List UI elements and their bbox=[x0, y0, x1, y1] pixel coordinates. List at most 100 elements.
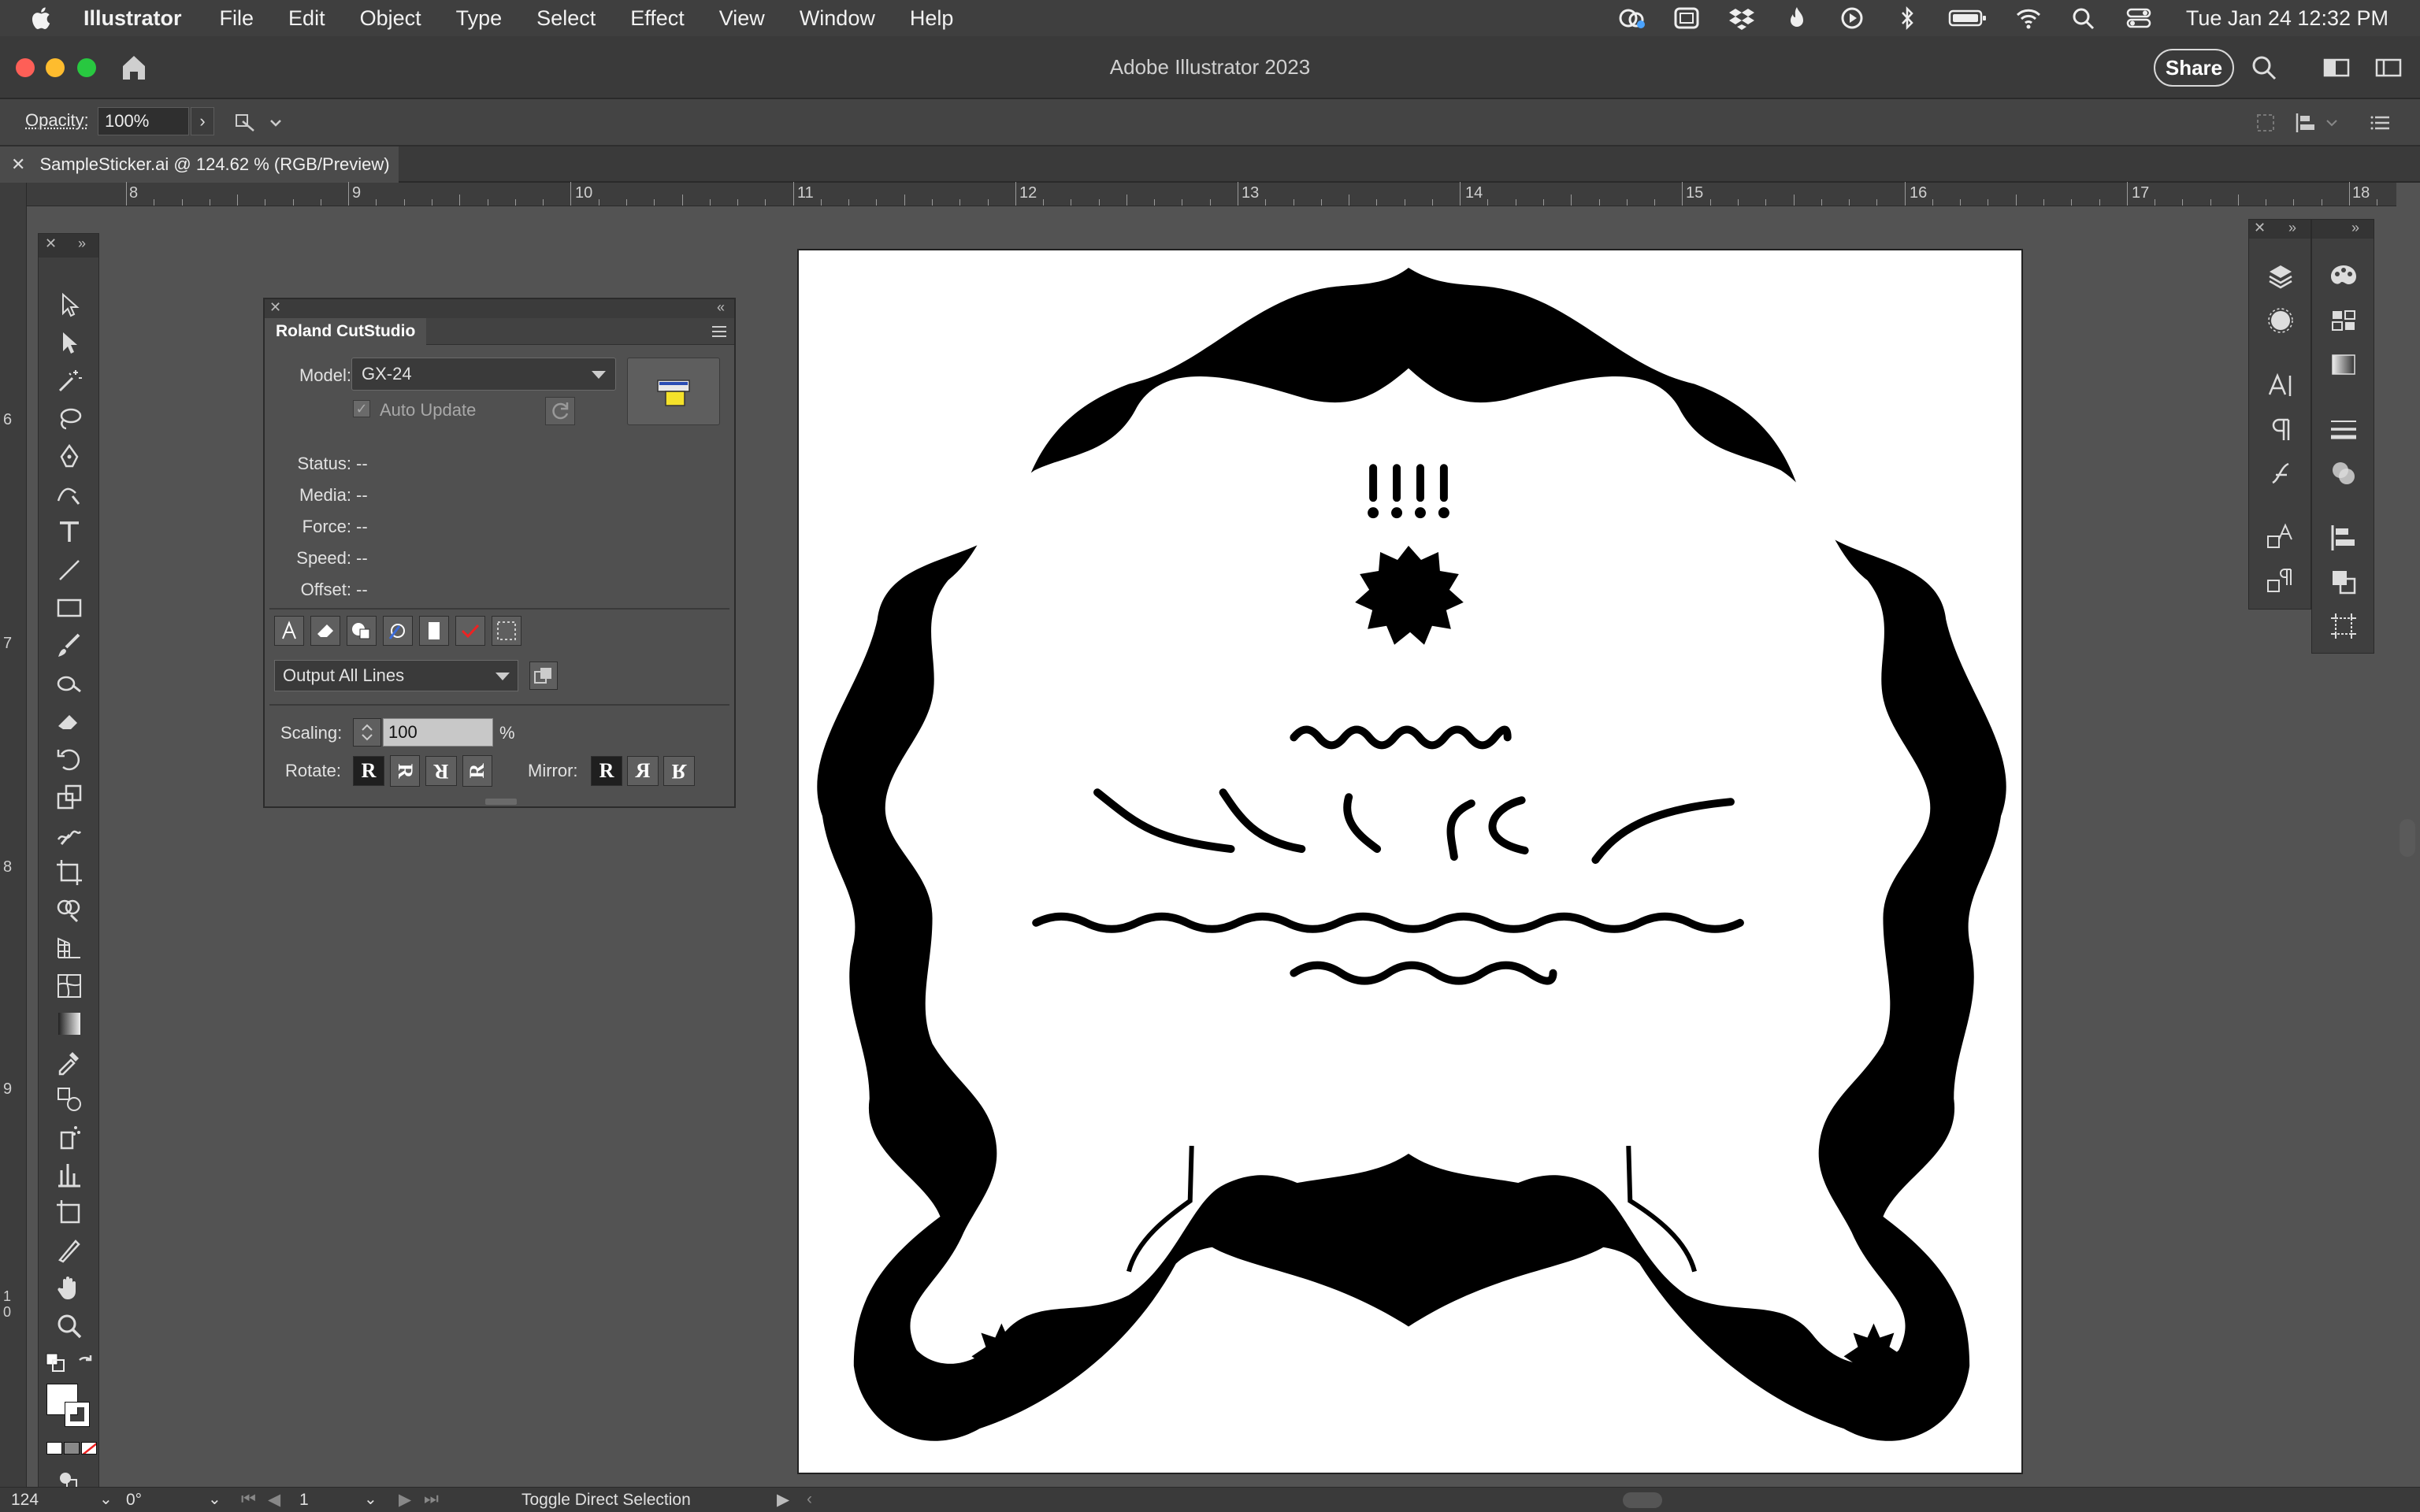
panel-group-header[interactable]: ✕ » bbox=[2249, 220, 2311, 239]
display-icon[interactable] bbox=[1672, 6, 1701, 31]
registration-marks-button[interactable] bbox=[383, 616, 413, 646]
mirror-vertical-button[interactable]: R bbox=[663, 756, 695, 786]
character-icon[interactable] bbox=[2265, 369, 2296, 401]
page-setup-button[interactable] bbox=[419, 616, 449, 646]
artboard-number-input[interactable]: 1 bbox=[299, 1491, 309, 1510]
close-icon[interactable]: ✕ bbox=[269, 299, 281, 316]
rotate-tool[interactable] bbox=[53, 743, 86, 776]
eyedropper-tool[interactable] bbox=[53, 1045, 86, 1078]
auto-update-checkbox[interactable]: ✓ bbox=[353, 400, 370, 417]
next-artboard-icon[interactable]: ▶ bbox=[399, 1490, 411, 1510]
gradient-mode-button[interactable] bbox=[64, 1442, 80, 1455]
check-button[interactable] bbox=[455, 616, 485, 646]
menu-edit[interactable]: Edit bbox=[288, 6, 325, 31]
color-palette-icon[interactable] bbox=[2328, 261, 2359, 292]
perspective-grid-tool[interactable] bbox=[53, 932, 86, 965]
mirror-none-button[interactable]: R bbox=[591, 756, 622, 786]
menu-object[interactable]: Object bbox=[360, 6, 421, 31]
layers-icon[interactable] bbox=[2265, 261, 2296, 292]
eraser-button[interactable] bbox=[310, 616, 340, 646]
bounding-box-button[interactable] bbox=[492, 616, 521, 646]
zoom-level-input[interactable]: 124 bbox=[11, 1491, 39, 1510]
artboard-dropdown-icon[interactable]: ⌄ bbox=[364, 1489, 377, 1509]
rotate-180-button[interactable]: R bbox=[425, 756, 457, 786]
control-center-icon[interactable] bbox=[2125, 6, 2153, 31]
panel-menu-icon[interactable] bbox=[711, 324, 728, 339]
chevron-down-icon[interactable] bbox=[268, 110, 284, 135]
apple-menu-icon[interactable] bbox=[28, 6, 52, 31]
gradient-tool[interactable] bbox=[53, 1007, 86, 1040]
arrange-documents-icon[interactable] bbox=[2322, 54, 2351, 82]
workspace-switcher-icon[interactable] bbox=[2374, 54, 2403, 82]
first-artboard-icon[interactable]: ⏮ bbox=[241, 1490, 256, 1509]
flame-icon[interactable] bbox=[1783, 6, 1811, 31]
close-tab-icon[interactable]: ✕ bbox=[11, 154, 25, 175]
wifi-icon[interactable] bbox=[2014, 6, 2043, 31]
align-to-icon[interactable] bbox=[2253, 110, 2278, 135]
output-lines-select[interactable]: Output All Lines bbox=[274, 660, 518, 691]
last-artboard-icon[interactable]: ⏭ bbox=[424, 1490, 439, 1509]
line-segment-tool[interactable] bbox=[53, 554, 86, 587]
menu-app-illustrator[interactable]: Illustrator bbox=[84, 6, 182, 31]
none-mode-button[interactable] bbox=[81, 1442, 97, 1455]
search-icon[interactable] bbox=[2250, 54, 2278, 82]
rotate-90-button[interactable]: R bbox=[390, 755, 420, 787]
mirror-horizontal-button[interactable]: R bbox=[627, 756, 659, 786]
transform-panel-icon[interactable] bbox=[2328, 610, 2359, 642]
transparency-icon[interactable] bbox=[2328, 458, 2359, 489]
menu-view[interactable]: View bbox=[719, 6, 765, 31]
copy-settings-button[interactable] bbox=[529, 662, 558, 690]
text-to-outline-button[interactable] bbox=[274, 616, 304, 646]
model-select[interactable]: GX-24 bbox=[351, 358, 616, 391]
symbol-sprayer-tool[interactable] bbox=[53, 1121, 86, 1154]
free-transform-tool[interactable] bbox=[53, 856, 86, 889]
color-mode-button[interactable] bbox=[46, 1442, 62, 1455]
cut-button[interactable] bbox=[627, 358, 720, 425]
selection-tool[interactable] bbox=[53, 289, 86, 322]
opacity-input[interactable]: 100% bbox=[98, 107, 189, 135]
sticker-artwork[interactable] bbox=[799, 250, 2021, 1473]
document-tab[interactable]: ✕ SampleSticker.ai @ 124.62 % (RGB/Previ… bbox=[0, 146, 399, 183]
column-graph-tool[interactable] bbox=[53, 1158, 86, 1191]
eraser-tool[interactable] bbox=[53, 705, 86, 738]
menu-help[interactable]: Help bbox=[910, 6, 954, 31]
swatches-icon[interactable] bbox=[2328, 305, 2359, 336]
shaper-tool[interactable] bbox=[53, 667, 86, 700]
panel-drag-bar[interactable]: ✕ « bbox=[265, 299, 734, 318]
expand-icon[interactable]: » bbox=[78, 235, 86, 252]
menu-window[interactable]: Window bbox=[800, 6, 875, 31]
horizontal-scrollbar-thumb[interactable] bbox=[1623, 1492, 1662, 1508]
recolor-artwork-icon[interactable] bbox=[233, 110, 258, 135]
warp-tool[interactable] bbox=[53, 818, 86, 851]
vertical-ruler[interactable]: 6 7 8 9 10 bbox=[0, 183, 27, 1490]
opacity-dropdown-arrow[interactable]: › bbox=[191, 107, 214, 135]
close-icon[interactable]: ✕ bbox=[45, 235, 57, 252]
magic-wand-tool[interactable] bbox=[53, 365, 86, 398]
scaling-stepper[interactable] bbox=[353, 718, 381, 747]
menu-select[interactable]: Select bbox=[536, 6, 596, 31]
align-chevron-down-icon[interactable] bbox=[2324, 110, 2340, 135]
menu-type[interactable]: Type bbox=[456, 6, 503, 31]
paragraph-icon[interactable] bbox=[2265, 413, 2296, 445]
refresh-button[interactable] bbox=[545, 397, 575, 425]
paintbrush-tool[interactable] bbox=[53, 629, 86, 662]
rotate-0-button[interactable]: R bbox=[353, 756, 384, 786]
menu-effect[interactable]: Effect bbox=[630, 6, 685, 31]
bluetooth-icon[interactable] bbox=[1893, 6, 1921, 31]
gradient-panel-icon[interactable] bbox=[2328, 349, 2359, 380]
scaling-input[interactable]: 100 bbox=[383, 718, 493, 747]
tab-roland-cutstudio[interactable]: Roland CutStudio bbox=[265, 318, 427, 345]
zoom-tool[interactable] bbox=[53, 1310, 86, 1343]
rotation-dropdown-icon[interactable]: ⌄ bbox=[208, 1489, 221, 1509]
close-icon[interactable]: ✕ bbox=[2254, 220, 2266, 236]
pen-tool[interactable] bbox=[53, 440, 86, 473]
appearance-icon[interactable] bbox=[2265, 305, 2296, 336]
scroll-left-icon[interactable]: ‹ bbox=[807, 1490, 812, 1509]
pathfinder-icon[interactable] bbox=[2328, 566, 2359, 598]
weld-button[interactable] bbox=[347, 616, 377, 646]
horizontal-ruler[interactable]: 8 9 10 11 12 13 14 15 16 17 18 bbox=[27, 182, 2396, 206]
creative-cloud-icon[interactable] bbox=[1617, 6, 1646, 31]
artboard[interactable] bbox=[797, 249, 2023, 1474]
hand-tool[interactable] bbox=[53, 1272, 86, 1305]
default-fill-stroke-button[interactable] bbox=[45, 1352, 67, 1374]
